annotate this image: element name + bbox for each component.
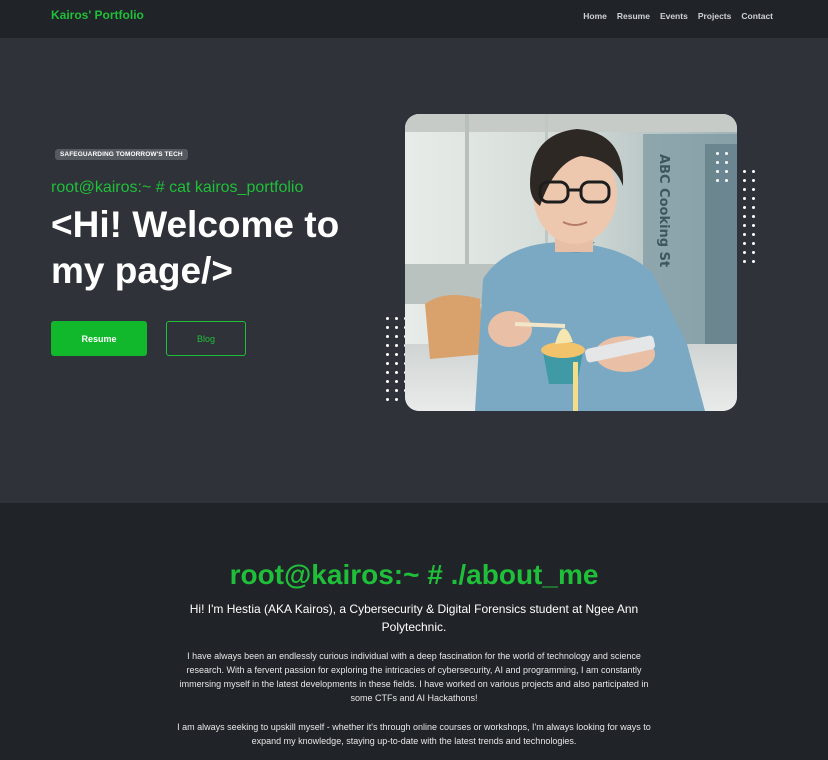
about-section: root@kairos:~ # ./about_me Hi! I'm Hesti… xyxy=(0,503,828,760)
hero-headline: <Hi! Welcome to my page/> xyxy=(51,204,340,291)
photo-sign-text: ABC Cooking St xyxy=(656,154,671,267)
dot-pattern-right xyxy=(716,152,760,264)
brand-logo[interactable]: Kairos' Portfolio xyxy=(51,8,144,22)
main-nav: Home Resume Events Projects Contact xyxy=(583,11,773,21)
hero-section: SAFEGUARDING TOMORROW'S TECH root@kairos… xyxy=(0,38,828,503)
terminal-command: root@kairos:~ # cat kairos_portfolio xyxy=(51,179,304,196)
nav-resume-link[interactable]: Resume xyxy=(617,11,650,21)
about-paragraph-2: I am always seeking to upskill myself - … xyxy=(177,722,651,746)
nav-events-link[interactable]: Events xyxy=(660,11,688,21)
about-intro: Hi! I'm Hestia (AKA Kairos), a Cybersecu… xyxy=(189,602,639,634)
navbar: Kairos' Portfolio Home Resume Events Pro… xyxy=(0,0,828,38)
resume-button[interactable]: Resume xyxy=(51,321,147,356)
blog-button[interactable]: Blog xyxy=(166,321,246,356)
profile-photo: ABC Cooking St xyxy=(405,114,737,411)
tagline-badge: SAFEGUARDING TOMORROW'S TECH xyxy=(55,149,188,160)
nav-projects-link[interactable]: Projects xyxy=(698,11,732,21)
about-title: root@kairos:~ # ./about_me xyxy=(229,559,599,590)
about-paragraph-1: I have always been an endlessly curious … xyxy=(179,651,649,703)
nav-home-link[interactable]: Home xyxy=(583,11,607,21)
nav-contact-link[interactable]: Contact xyxy=(741,11,773,21)
